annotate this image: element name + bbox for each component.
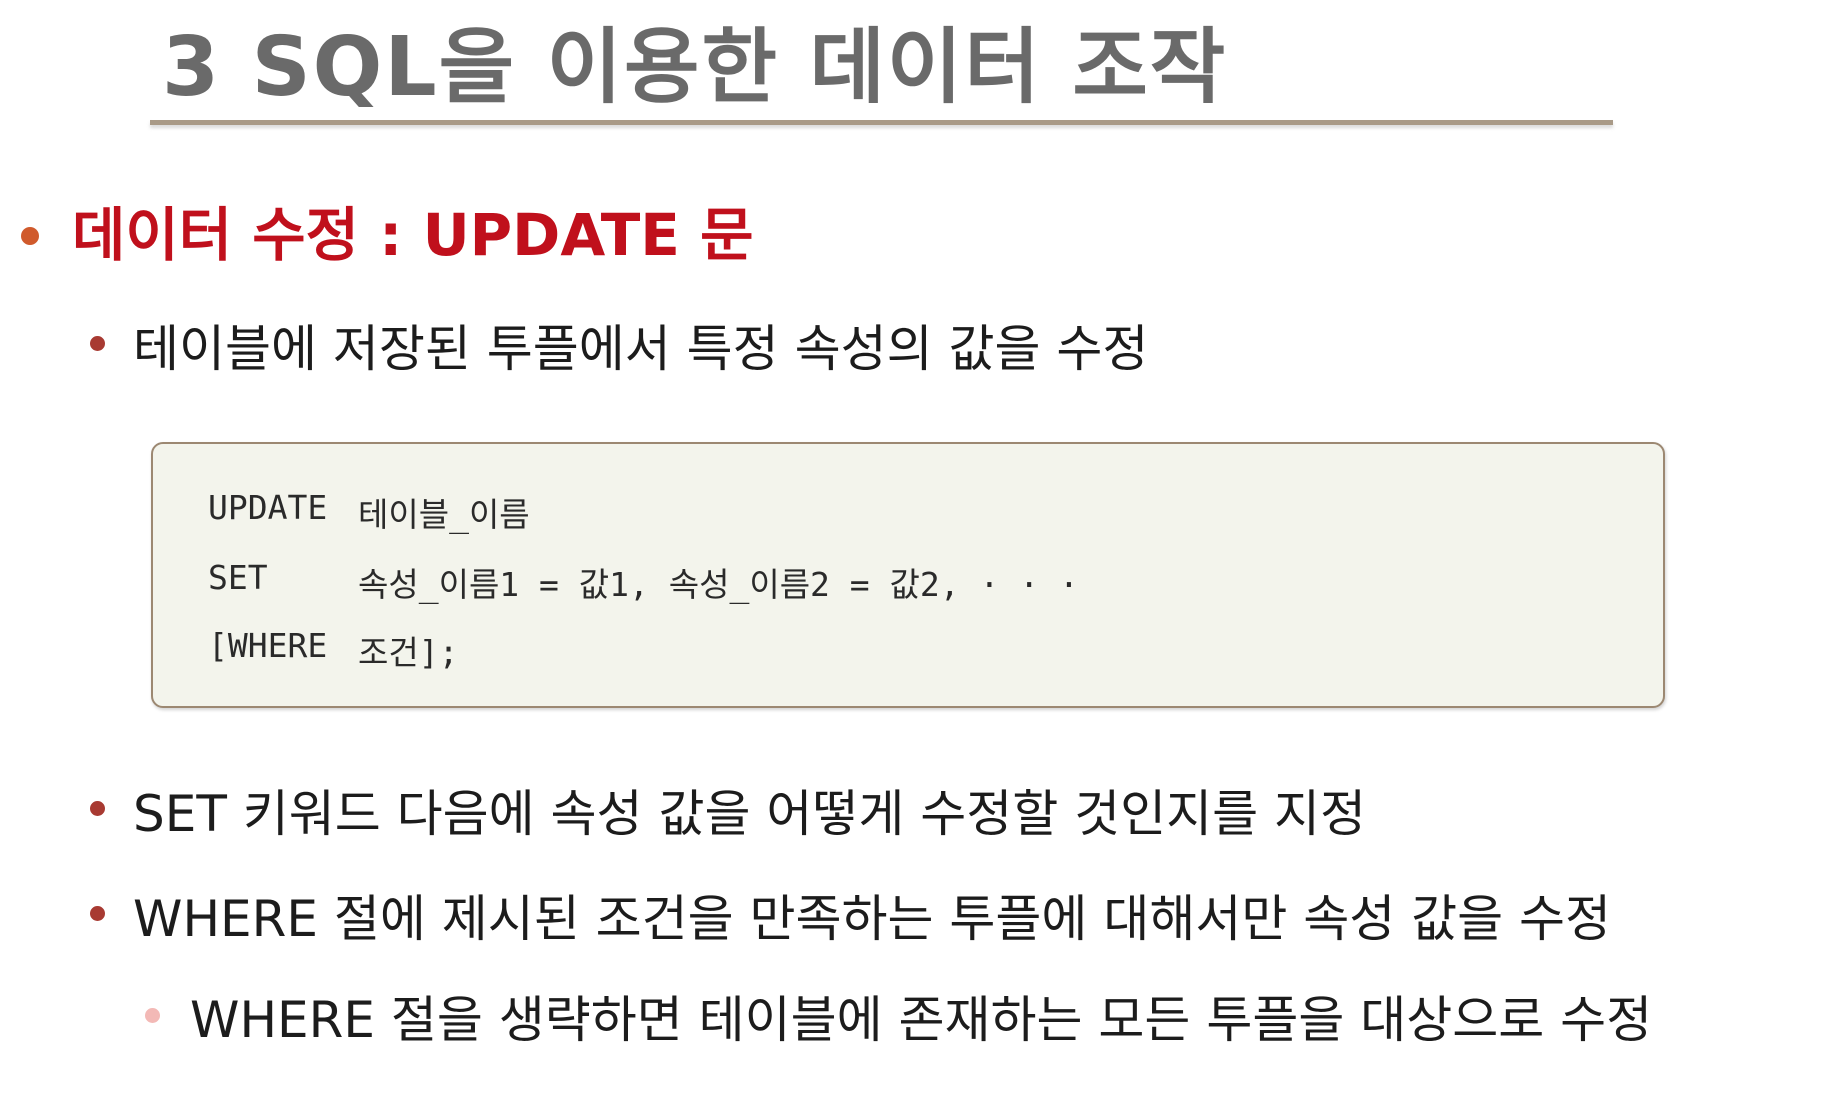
bullet-point-3: WHERE 절에 제시된 조건을 만족하는 투플에 대해서만 속성 값을 수정 xyxy=(133,890,1612,948)
bullet-dot-icon xyxy=(21,227,39,245)
syntax-value: 조건]; xyxy=(358,633,459,672)
bullet-dot-icon xyxy=(90,336,105,351)
bullet-dot-icon xyxy=(90,906,105,921)
bullet-point-2: SET 키워드 다음에 속성 값을 어떻게 수정할 것인지를 지정 xyxy=(133,785,1367,843)
sub-bullet-point: WHERE 절을 생략하면 테이블에 존재하는 모든 투플을 대상으로 수정 xyxy=(190,991,1653,1049)
syntax-keyword: [WHERE xyxy=(208,626,328,665)
sub-bullet-dot-icon xyxy=(145,1008,160,1023)
syntax-value: 속성_이름1 = 값1, 속성_이름2 = 값2, · · · xyxy=(358,565,1079,604)
syntax-keyword: UPDATE xyxy=(208,488,328,527)
syntax-keyword: SET xyxy=(208,558,268,597)
bullet-point-1: 테이블에 저장된 투플에서 특정 속성의 값을 수정 xyxy=(133,320,1149,378)
slide-title: 3 SQL을 이용한 데이터 조작 xyxy=(162,20,1228,115)
syntax-value: 테이블_이름 xyxy=(358,495,530,534)
syntax-code-box: UPDATE 테이블_이름 SET 속성_이름1 = 값1, 속성_이름2 = … xyxy=(151,442,1665,708)
title-divider xyxy=(150,120,1613,125)
section-heading: 데이터 수정 : UPDATE 문 xyxy=(72,201,754,269)
bullet-dot-icon xyxy=(90,801,105,816)
